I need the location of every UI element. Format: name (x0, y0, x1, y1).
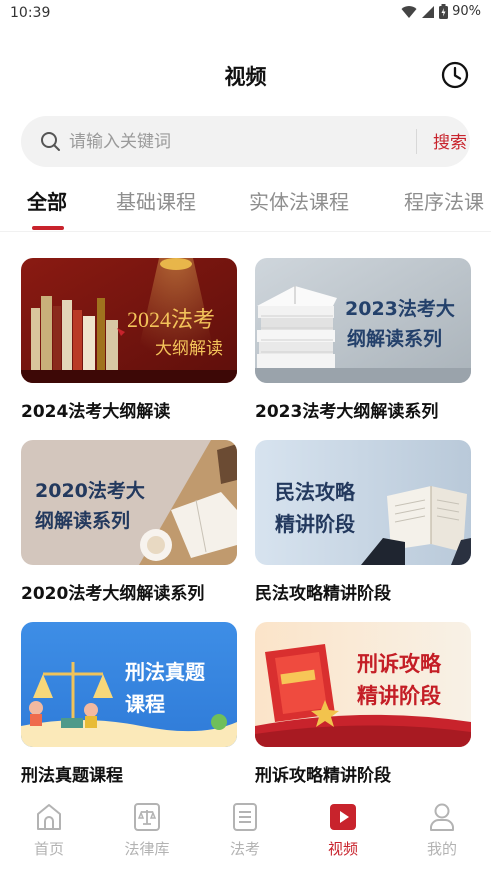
course-title: 2023法考大纲解读系列 (255, 402, 439, 422)
scales-icon (134, 803, 160, 831)
course-card[interactable]: 民法攻略 精讲阶段 民法攻略精讲阶段 (255, 440, 471, 604)
course-card[interactable]: 2023法考大 纲解读系列 2023法考大纲解读系列 (255, 258, 471, 422)
course-thumbnail: 民法攻略 精讲阶段 (255, 440, 471, 565)
banner-title: 2024法考 (127, 307, 216, 332)
tab-substantive-law[interactable]: 实体法课程 (249, 186, 349, 215)
course-card[interactable]: 2024法考 大纲解读 2024法考大纲解读 (21, 258, 237, 422)
search-icon (41, 132, 60, 151)
tab-all[interactable]: 全部 (27, 186, 67, 215)
course-title: 刑诉攻略精讲阶段 (255, 766, 391, 786)
signal-icon (422, 5, 435, 18)
banner-subtitle: 纲解读系列 (35, 510, 131, 532)
course-card[interactable]: 刑法真题 课程 刑法真题课程 (21, 622, 237, 786)
search-button[interactable]: 搜索 (433, 128, 467, 153)
status-icons: 90% (401, 4, 481, 19)
course-card[interactable]: 2020法考大 纲解读系列 2020法考大纲解读系列 (21, 440, 237, 604)
status-time: 10:39 (10, 5, 51, 21)
home-icon (37, 804, 61, 830)
nav-law-library[interactable]: 法律库 (107, 802, 187, 859)
search-bar: 搜索 (21, 116, 470, 167)
course-thumbnail: 2024法考 大纲解读 (21, 258, 237, 383)
banner-title: 刑诉攻略 (357, 652, 441, 676)
banner-subtitle: 精讲阶段 (275, 512, 355, 536)
document-icon (233, 803, 257, 831)
course-title: 刑法真题课程 (21, 766, 123, 786)
play-icon (330, 804, 356, 830)
status-bar: 10:39 90% (0, 0, 491, 28)
page-title: 视频 (224, 65, 267, 89)
course-title: 民法攻略精讲阶段 (255, 584, 391, 604)
banner-title: 2023法考大 (345, 298, 455, 320)
nav-video[interactable]: 视频 (303, 802, 383, 859)
battery-percent: 90% (452, 4, 481, 19)
tab-basic-courses[interactable]: 基础课程 (116, 186, 196, 215)
banner-subtitle: 纲解读系列 (347, 328, 443, 350)
nav-label: 法考 (229, 840, 260, 858)
nav-home[interactable]: 首页 (9, 802, 89, 859)
wifi-icon (401, 5, 417, 18)
person-icon (430, 803, 454, 831)
nav-label: 法律库 (124, 840, 170, 858)
tab-active-indicator (32, 226, 64, 230)
nav-label: 首页 (33, 840, 64, 858)
battery-icon (439, 4, 449, 19)
banner-subtitle: 精讲阶段 (357, 684, 441, 708)
course-title: 2024法考大纲解读 (21, 402, 171, 422)
course-card[interactable]: 刑诉攻略 精讲阶段 刑诉攻略精讲阶段 (255, 622, 471, 786)
course-thumbnail: 刑诉攻略 精讲阶段 (255, 622, 471, 747)
banner-title: 刑法真题 (125, 660, 205, 684)
search-input[interactable] (69, 128, 399, 155)
course-thumbnail: 2023法考大 纲解读系列 (255, 258, 471, 383)
banner-title: 2020法考大 (35, 480, 145, 502)
category-tabs: 全部 基础课程 实体法课程 程序法课 (0, 180, 491, 232)
nav-profile[interactable]: 我的 (402, 802, 482, 859)
course-title: 2020法考大纲解读系列 (21, 584, 205, 604)
history-button[interactable] (440, 60, 470, 90)
nav-label: 视频 (327, 840, 358, 858)
bottom-navigation: 首页 法律库 法考 视频 我的 (0, 790, 491, 873)
nav-law-exam[interactable]: 法考 (205, 802, 285, 859)
banner-subtitle: 大纲解读 (155, 339, 223, 358)
tab-procedural-law[interactable]: 程序法课 (404, 186, 484, 215)
banner-subtitle: 课程 (125, 692, 165, 716)
search-divider (416, 129, 417, 154)
clock-icon (441, 61, 469, 89)
nav-label: 我的 (426, 840, 457, 858)
banner-title: 民法攻略 (275, 480, 355, 504)
course-thumbnail: 2020法考大 纲解读系列 (21, 440, 237, 565)
course-thumbnail: 刑法真题 课程 (21, 622, 237, 747)
